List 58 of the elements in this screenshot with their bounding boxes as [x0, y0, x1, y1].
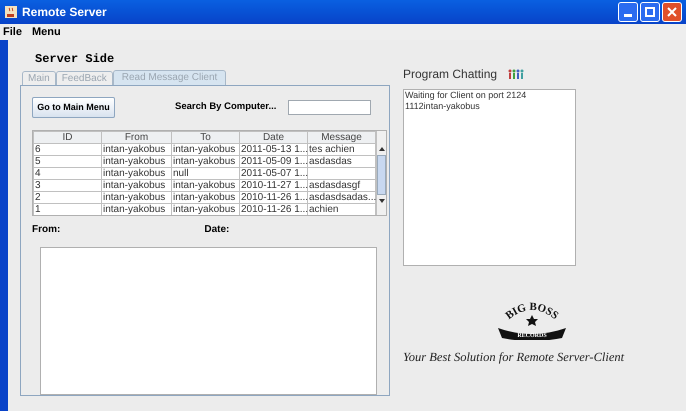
close-icon [667, 7, 677, 17]
column-header[interactable]: ID [34, 132, 102, 144]
search-label: Search By Computer... [175, 100, 276, 114]
table-cell: 2010-11-27 1... [240, 180, 308, 192]
table-cell: 2 [34, 192, 102, 204]
scrollbar[interactable] [376, 131, 386, 215]
table-cell: 2011-05-09 1... [240, 156, 308, 168]
menu-item[interactable]: Menu [32, 24, 61, 40]
table-cell: 5 [34, 156, 102, 168]
table-cell: 3 [34, 180, 102, 192]
table-cell: 2010-11-26 1... [240, 204, 308, 215]
panel-heading: Server Side [34, 52, 116, 66]
table-cell: asdasdas [308, 156, 376, 168]
table-cell: intan-yakobus [172, 204, 240, 215]
column-header[interactable]: Message [308, 132, 376, 144]
table-cell: intan-yakobus [102, 192, 172, 204]
menu-item[interactable]: File [3, 24, 22, 40]
logo-top-text: BIG BOSS [504, 300, 561, 322]
minimize-icon [624, 14, 632, 17]
chat-title: Program Chatting [403, 66, 498, 83]
table-cell: intan-yakobus [172, 192, 240, 204]
table-cell: null [172, 168, 240, 180]
maximize-button[interactable] [640, 2, 660, 22]
column-header[interactable]: From [102, 132, 172, 144]
table-cell: asdasdsadas... [308, 192, 376, 204]
log-line: Waiting for Client on port 2124 [405, 90, 526, 101]
table-cell: 2010-11-26 1... [240, 192, 308, 204]
table-cell: 1 [34, 204, 102, 215]
table-cell: 2011-05-07 1... [240, 168, 308, 180]
close-button[interactable] [662, 2, 682, 22]
table-cell: tes achien [308, 144, 376, 156]
table-cell: 6 [34, 144, 102, 156]
table-cell: intan-yakobus [102, 204, 172, 215]
main-menu-button[interactable]: Go to Main Menu [32, 97, 115, 118]
scroll-down-icon [378, 199, 384, 203]
table-cell: intan-yakobus [102, 180, 172, 192]
table-cell: 4 [34, 168, 102, 180]
window-title: Remote Server [22, 4, 107, 21]
column-header[interactable]: Date [240, 132, 308, 144]
table-cell: asdasdasgf [308, 180, 376, 192]
table-cell: intan-yakobus [102, 144, 172, 156]
column-header[interactable]: To [172, 132, 240, 144]
table-cell: intan-yakobus [102, 168, 172, 180]
date-label: Date: [204, 222, 230, 237]
table-cell [308, 168, 376, 180]
table-cell: intan-yakobus [172, 144, 240, 156]
log-line: 1112intan-yakobus [405, 101, 480, 112]
tagline: Your Best Solution for Remote Server-Client [403, 349, 624, 366]
from-label: From: [32, 222, 60, 237]
maximize-icon [645, 7, 655, 17]
minimize-button[interactable] [618, 2, 638, 22]
scroll-up-icon [378, 147, 384, 151]
table-cell: intan-yakobus [172, 156, 240, 168]
table-cell: intan-yakobus [102, 156, 172, 168]
table-cell: 2011-05-13 1... [240, 144, 308, 156]
people-icon [507, 69, 526, 79]
table-cell: intan-yakobus [172, 180, 240, 192]
search-field[interactable] [288, 100, 372, 115]
